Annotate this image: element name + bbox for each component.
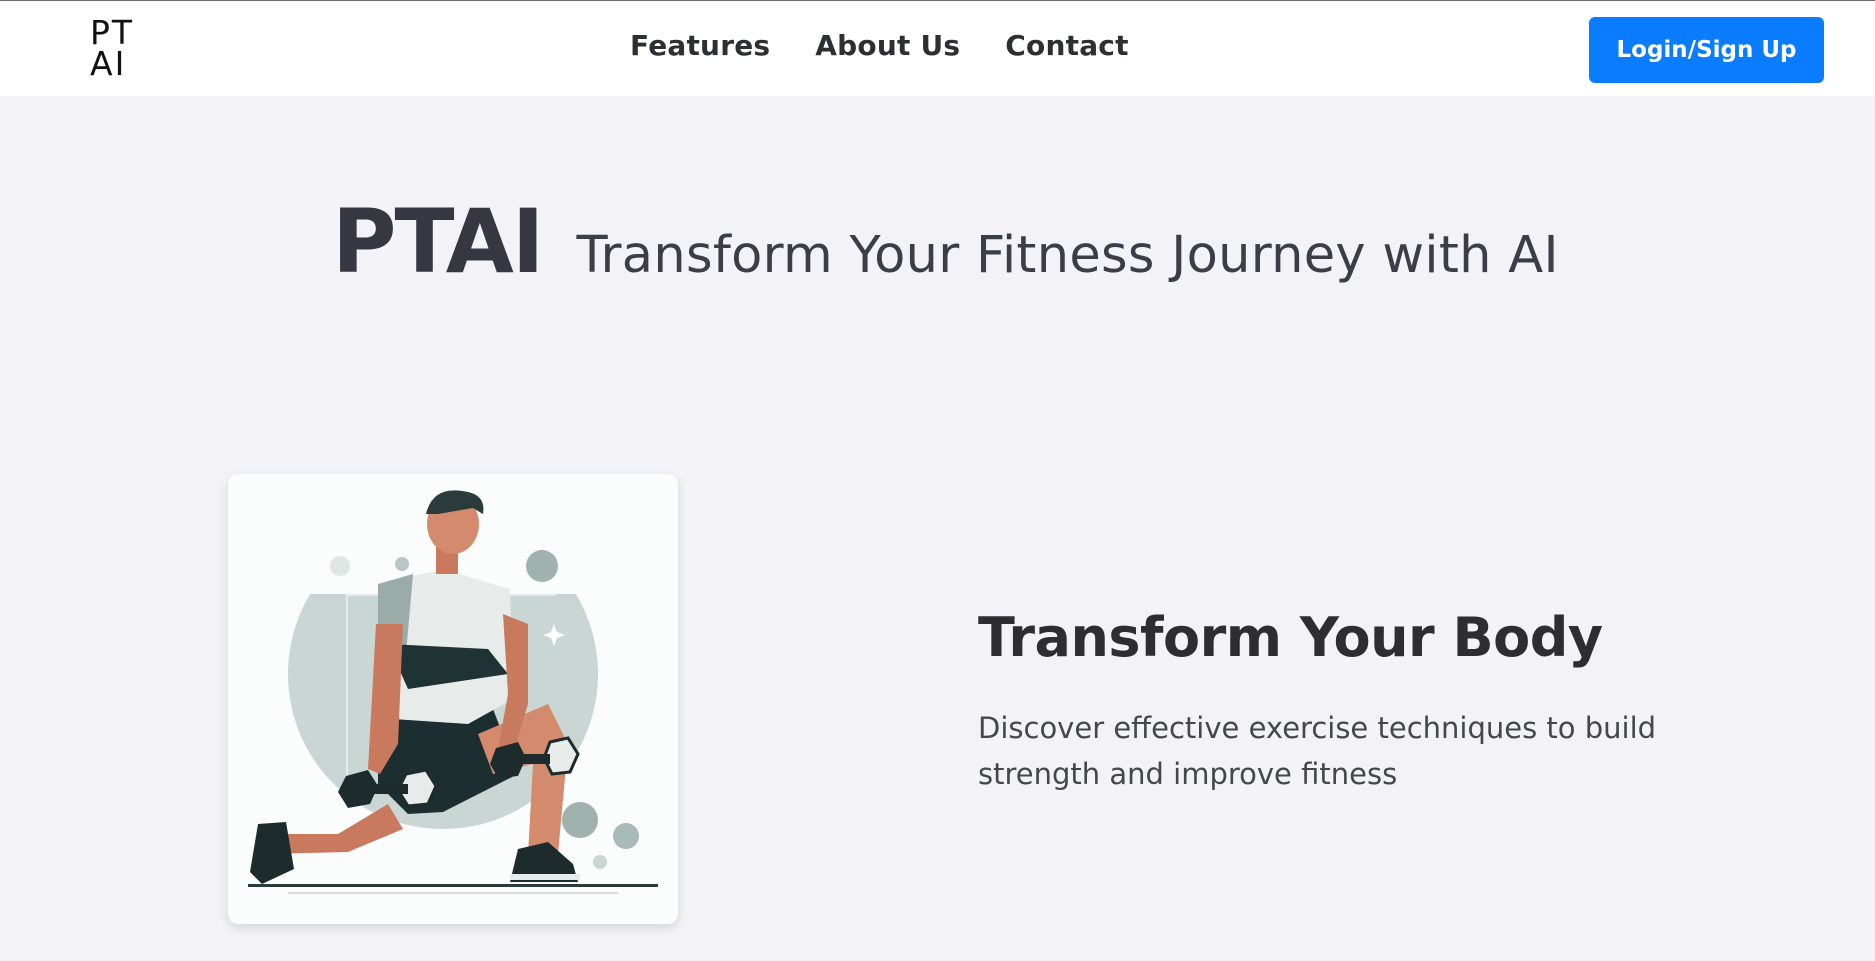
feature-title: Transform Your Body <box>978 606 1603 669</box>
nav-features-link[interactable]: Features <box>630 29 770 62</box>
hero-tagline: Transform Your Fitness Journey with AI <box>576 226 1559 285</box>
nav-about-us-link[interactable]: About Us <box>815 29 960 62</box>
login-signup-button[interactable]: Login/Sign Up <box>1589 17 1824 83</box>
main-nav: Features About Us Contact <box>630 29 1129 62</box>
nav-contact-link[interactable]: Contact <box>1005 29 1128 62</box>
fitness-illustration <box>248 474 658 894</box>
feature-description: Discover effective exercise techniques t… <box>978 711 1657 791</box>
logo-line-2: AI <box>90 44 127 83</box>
top-navbar: PT AI Features About Us Contact Login/Si… <box>0 0 1875 96</box>
hero-heading: PTAI Transform Your Fitness Journey with… <box>332 190 1559 293</box>
feature-image-card <box>228 474 678 924</box>
ptai-logo[interactable]: PT AI <box>90 16 142 83</box>
hero-brand-title: PTAI <box>332 190 545 293</box>
